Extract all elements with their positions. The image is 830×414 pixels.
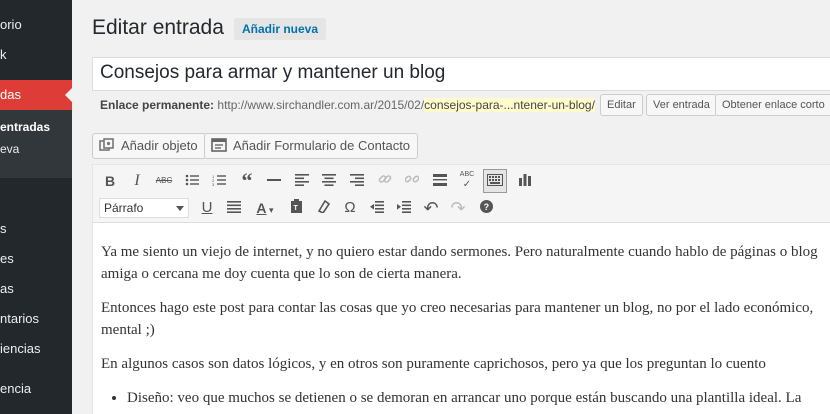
content-list: Diseño: veo que muchos se detienen o se … <box>127 387 830 409</box>
sidebar-subitem-all-posts[interactable]: entradas <box>0 120 50 134</box>
underline-icon[interactable]: U <box>196 197 218 219</box>
paragraph-format-value: Párrafo <box>104 201 144 215</box>
media-icon <box>99 136 115 151</box>
toolbar-toggle-icon[interactable] <box>483 169 507 193</box>
editor-toolbar: B I ABC 123 “ ABC ✓ Párrafo U A ▾ T Ω ↶ … <box>93 165 830 223</box>
add-contact-form-label: Añadir Formulario de Contacto <box>233 138 411 153</box>
sidebar-item-label: es <box>0 251 14 266</box>
sidebar-item-es[interactable]: es <box>0 244 72 274</box>
content-line: Ya me siento un viejo de internet, y no … <box>101 244 818 260</box>
text-color-icon[interactable]: A ▾ <box>250 197 280 219</box>
main-content: Editar entrada Añadir nueva Consejos par… <box>72 0 830 414</box>
redo-icon[interactable]: ↷ <box>447 197 469 219</box>
get-shortlink-button[interactable]: Obtener enlace corto <box>715 94 830 116</box>
justify-icon[interactable] <box>223 197 245 219</box>
outdent-icon[interactable] <box>366 197 388 219</box>
align-right-icon[interactable] <box>346 170 368 192</box>
sidebar-subitem-new[interactable]: eva <box>0 142 19 156</box>
list-item: Diseño: veo que muchos se detienen o se … <box>127 387 830 409</box>
paste-as-text-icon[interactable]: T <box>285 197 307 219</box>
link-icon[interactable] <box>374 170 396 192</box>
undo-icon[interactable]: ↶ <box>420 197 442 219</box>
add-contact-form-button[interactable]: Añadir Formulario de Contacto <box>204 133 419 159</box>
sidebar-item-comentarios[interactable]: ntarios <box>0 304 72 334</box>
admin-sidebar: orio k das entradas eva s es as ntarios … <box>0 0 72 414</box>
sidebar-item-repertorio[interactable]: orio <box>0 10 72 40</box>
bold-icon[interactable]: B <box>99 170 121 192</box>
sidebar-item-s[interactable]: s <box>0 214 72 244</box>
content-line: mental ;) <box>101 322 155 338</box>
sidebar-item-label: orio <box>0 17 22 32</box>
content-line: amiga o cercana me doy cuenta que lo son… <box>101 266 462 282</box>
chevron-down-icon <box>176 206 184 211</box>
sidebar-item-label: ntarios <box>0 311 40 326</box>
content-paragraph: Entonces hago este post para contar las … <box>101 297 830 341</box>
add-media-button[interactable]: Añadir objeto <box>92 133 206 159</box>
sidebar-item-licencia[interactable]: encia <box>0 374 72 404</box>
sidebar-item-apariencias[interactable]: iencias <box>0 334 72 364</box>
content-paragraph: En algunos casos son datos lógicos, y en… <box>101 353 830 375</box>
blockquote-icon[interactable]: “ <box>236 170 258 192</box>
post-editor: B I ABC 123 “ ABC ✓ Párrafo U A ▾ T Ω ↶ … <box>92 164 830 414</box>
indent-icon[interactable] <box>393 197 415 219</box>
add-new-button[interactable]: Añadir nueva <box>234 18 327 40</box>
svg-text:T: T <box>293 205 298 212</box>
sidebar-item-label: encia <box>0 381 32 396</box>
editor-content[interactable]: Ya me siento un viejo de internet, y no … <box>101 241 830 409</box>
content-line: Entonces hago este post para contar las … <box>101 300 814 316</box>
strikethrough-icon[interactable]: ABC <box>153 170 175 192</box>
svg-text:3: 3 <box>212 182 215 186</box>
clear-formatting-icon[interactable] <box>312 197 334 219</box>
sidebar-submenu: entradas eva <box>0 110 72 178</box>
edit-permalink-button[interactable]: Editar <box>600 94 643 116</box>
post-title-text: Consejos para armar y mantener un blog <box>100 62 446 83</box>
sidebar-item-entradas[interactable]: das <box>0 80 72 110</box>
spellcheck-icon[interactable]: ABC ✓ <box>456 170 478 192</box>
unlink-icon[interactable] <box>401 170 423 192</box>
italic-icon[interactable]: I <box>126 170 148 192</box>
page-title: Editar entrada <box>92 16 224 39</box>
permalink-base: http://www.sirchandler.com.ar/2015/02/ <box>217 98 425 112</box>
align-left-icon[interactable] <box>291 170 313 192</box>
paragraph-format-select[interactable]: Párrafo <box>99 198 189 218</box>
post-title-field[interactable]: Consejos para armar y mantener un blog <box>92 57 830 91</box>
permalink-slug[interactable]: consejos-para-...ntener-un-blog/ <box>424 98 595 112</box>
sidebar-item-label: k <box>0 47 7 62</box>
help-icon[interactable]: ? <box>475 197 497 219</box>
content-line: En algunos casos son datos lógicos, y en… <box>101 356 766 372</box>
sidebar-item-label: as <box>0 281 14 296</box>
numbered-list-icon[interactable]: 123 <box>208 170 230 192</box>
permalink-label: Enlace permanente: <box>100 98 215 112</box>
sidebar-item-as[interactable]: as <box>0 274 72 304</box>
special-character-icon[interactable]: Ω <box>339 197 361 219</box>
add-media-label: Añadir objeto <box>121 138 198 153</box>
horizontal-line-icon[interactable] <box>263 170 285 192</box>
align-center-icon[interactable] <box>318 170 340 192</box>
form-icon <box>211 136 227 152</box>
bullet-list-icon[interactable] <box>181 170 203 192</box>
sidebar-item-k[interactable]: k <box>0 40 72 70</box>
sidebar-item-label: das <box>0 87 21 102</box>
sidebar-item-label: iencias <box>0 341 41 356</box>
stats-icon[interactable] <box>514 170 536 192</box>
svg-text:?: ? <box>483 202 489 212</box>
read-more-icon[interactable] <box>429 170 451 192</box>
content-paragraph: Ya me siento un viejo de internet, y no … <box>101 241 830 285</box>
view-post-button[interactable]: Ver entrada <box>646 94 717 116</box>
permalink-row: Enlace permanente: http://www.sirchandle… <box>100 98 595 112</box>
sidebar-item-label: s <box>0 221 7 236</box>
